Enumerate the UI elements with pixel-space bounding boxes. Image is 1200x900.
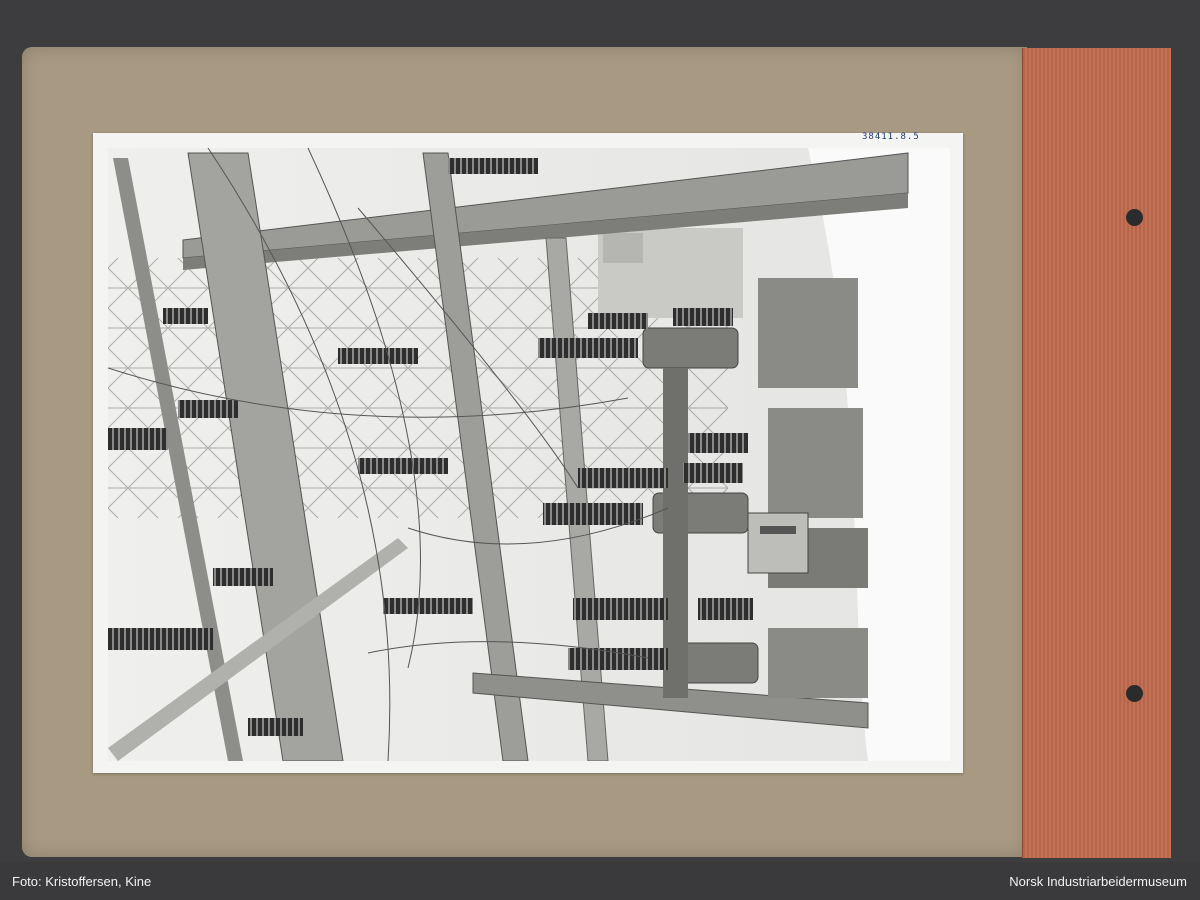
image-viewer: 38411.8.5 Foto: Kristoffersen, Kine Nors… [0,0,1200,900]
photo-credit: Foto: Kristoffersen, Kine [12,874,152,889]
photo-scene [108,148,950,761]
pencil-annotation: 38411.8.5 [862,132,920,142]
breaker-supports [758,278,868,698]
museum-name: Norsk Industriarbeidermuseum [1009,874,1187,889]
control-cabinet [747,512,809,574]
binding-hole [1126,209,1143,226]
album-spine [1022,48,1171,858]
binding-hole [1126,685,1143,702]
substation-photograph [108,148,950,761]
